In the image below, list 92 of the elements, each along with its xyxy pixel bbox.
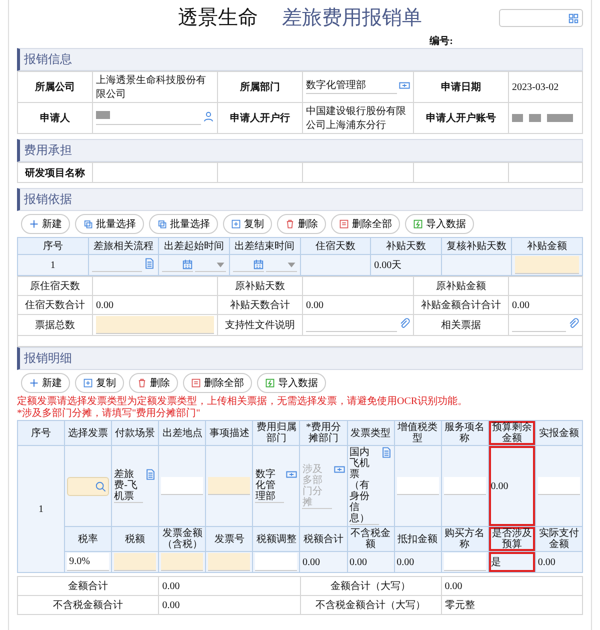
cell-text: 0.00 bbox=[396, 556, 414, 568]
field-label: 补贴金额合计合计 bbox=[421, 300, 501, 311]
column-header: 补贴天数 bbox=[370, 238, 442, 254]
field-value: 0.00 bbox=[162, 600, 180, 610]
field-value: 上海透景生命科技股份有限公司 bbox=[96, 75, 206, 100]
toolbar-button[interactable]: 批量选择 bbox=[75, 214, 144, 234]
column-header: 服务项名称 bbox=[441, 420, 488, 446]
section-title: 报销明细 bbox=[17, 347, 583, 370]
field-value: 0.00 bbox=[444, 580, 462, 592]
column-header: 事项描述 bbox=[206, 420, 253, 446]
column-header: 复核补贴天数 bbox=[441, 238, 512, 254]
field-label: 申请日期 bbox=[441, 82, 481, 93]
field-value: 零元整 bbox=[444, 600, 475, 611]
field-label: 原住宿天数 bbox=[30, 281, 80, 292]
column-header: 出差起始时间 bbox=[158, 238, 230, 254]
field-label: 研发项目名称 bbox=[25, 168, 85, 178]
column-header: 出差结束时间 bbox=[229, 238, 300, 254]
field-label: 申请人开户账号 bbox=[426, 113, 496, 124]
cell-text: 0.00天 bbox=[374, 260, 402, 271]
field-value: 中国建设银行股份有限公司上海浦东分行 bbox=[306, 106, 406, 131]
cell-text: 0.00 bbox=[302, 556, 320, 568]
column-header: 增值税类型 bbox=[394, 420, 442, 446]
column-header: 购买方名称 bbox=[441, 526, 488, 552]
column-header: 税额合计 bbox=[300, 526, 348, 552]
column-header: 发票金额（含税） bbox=[158, 526, 206, 552]
field-label: 相关票据 bbox=[441, 320, 481, 331]
cell-text: 0.00 bbox=[538, 556, 556, 568]
cell-text: 0.00 bbox=[306, 300, 324, 310]
field-value: 0.00 bbox=[162, 580, 180, 592]
cell-text: 1 bbox=[38, 504, 44, 514]
form-title: 差旅费用报销单 bbox=[282, 6, 422, 30]
column-header: 发票类型 bbox=[347, 420, 394, 446]
column-header: 费用归属部门 bbox=[252, 420, 300, 446]
column-header: 住宿天数 bbox=[300, 238, 371, 254]
input-field[interactable]: 9.0% bbox=[67, 553, 110, 571]
field-label: 金额合计（大写） bbox=[330, 581, 411, 592]
column-header: 不含税金额 bbox=[347, 526, 394, 552]
column-header: 实报金额 bbox=[535, 420, 582, 446]
column-header: 税率 bbox=[64, 526, 112, 552]
toolbar-button[interactable]: 复制 bbox=[75, 373, 124, 393]
cell-text: 0.00 bbox=[490, 480, 508, 492]
company-name: 透景生命 bbox=[178, 6, 258, 30]
toolbar-button[interactable]: 删除全部 bbox=[183, 373, 252, 393]
toolbar-button[interactable]: 导入数据 bbox=[405, 214, 474, 234]
toolbar-button[interactable]: 删除 bbox=[277, 214, 326, 234]
field-label: 所属部门 bbox=[240, 82, 280, 93]
column-header: 序号 bbox=[18, 420, 65, 446]
column-header: 发票号 bbox=[206, 526, 253, 552]
column-header: 抵扣金额 bbox=[394, 526, 442, 552]
section-title: 报销信息 bbox=[17, 48, 583, 71]
column-header: 差旅相关流程 bbox=[88, 238, 159, 254]
field-label: 不含税金额合计 bbox=[53, 600, 124, 611]
warning-note: *涉及多部门分摊，请填写"费用分摊部门" bbox=[17, 408, 202, 420]
field-label: 原补贴天数 bbox=[235, 281, 285, 292]
column-header: 税额调整 bbox=[252, 526, 300, 552]
column-header: 序号 bbox=[18, 238, 88, 254]
column-header: 税额 bbox=[112, 526, 159, 552]
field-label: 原补贴金额 bbox=[436, 281, 486, 292]
column-header: 选择发票 bbox=[64, 420, 112, 446]
toolbar-button[interactable]: 批量选择 bbox=[149, 214, 218, 234]
field-label: 不含税金额合计（大写） bbox=[316, 600, 426, 611]
toolbar-button[interactable]: 新建 bbox=[21, 214, 70, 234]
column-header: 预算剩余金额 bbox=[488, 420, 536, 446]
column-header: 付款场景 bbox=[112, 420, 159, 446]
field-label: 申请人开户行 bbox=[230, 113, 290, 124]
field-label: 申请人 bbox=[40, 113, 70, 124]
toolbar-button[interactable]: 导入数据 bbox=[257, 373, 326, 393]
field-label: 补贴天数合计 bbox=[230, 300, 290, 311]
column-header: 补贴金额 bbox=[512, 238, 582, 254]
field-label: 住宿天数合计 bbox=[25, 300, 85, 311]
toolbar-button[interactable]: 删除全部 bbox=[331, 214, 400, 234]
cell-text: 0.00 bbox=[96, 300, 114, 310]
section-title: 报销依据 bbox=[17, 188, 583, 211]
cell-text: 0.00 bbox=[350, 556, 368, 568]
field-label: 票据总数 bbox=[35, 320, 75, 331]
column-header: 实际支付金额 bbox=[535, 526, 582, 552]
field-label: 金额合计 bbox=[68, 581, 108, 592]
toolbar-button[interactable]: 删除 bbox=[129, 373, 178, 393]
field-label: 支持性文件说明 bbox=[225, 320, 295, 331]
warning-note: 定额发票请选择发票类型为定额发票类型，上传相关票据，无需选择发票，请避免使用OCR识别功能。 bbox=[17, 396, 469, 408]
field-label: 所属公司 bbox=[35, 82, 75, 93]
column-header: 出差地点 bbox=[158, 420, 206, 446]
cell-text: 0.00 bbox=[512, 300, 530, 310]
section-title: 费用承担 bbox=[17, 139, 583, 162]
column-header: 是否涉及预算 bbox=[488, 526, 536, 552]
field-value: 2023-03-02 bbox=[512, 82, 559, 92]
toolbar-button[interactable]: 复制 bbox=[223, 214, 272, 234]
column-header: *费用分摊部门 bbox=[300, 420, 348, 446]
cell-text: 1 bbox=[50, 260, 56, 270]
number-label: 编号: bbox=[430, 36, 453, 47]
toolbar-button[interactable]: 新建 bbox=[21, 373, 70, 393]
cell-text: 是 bbox=[490, 556, 501, 568]
